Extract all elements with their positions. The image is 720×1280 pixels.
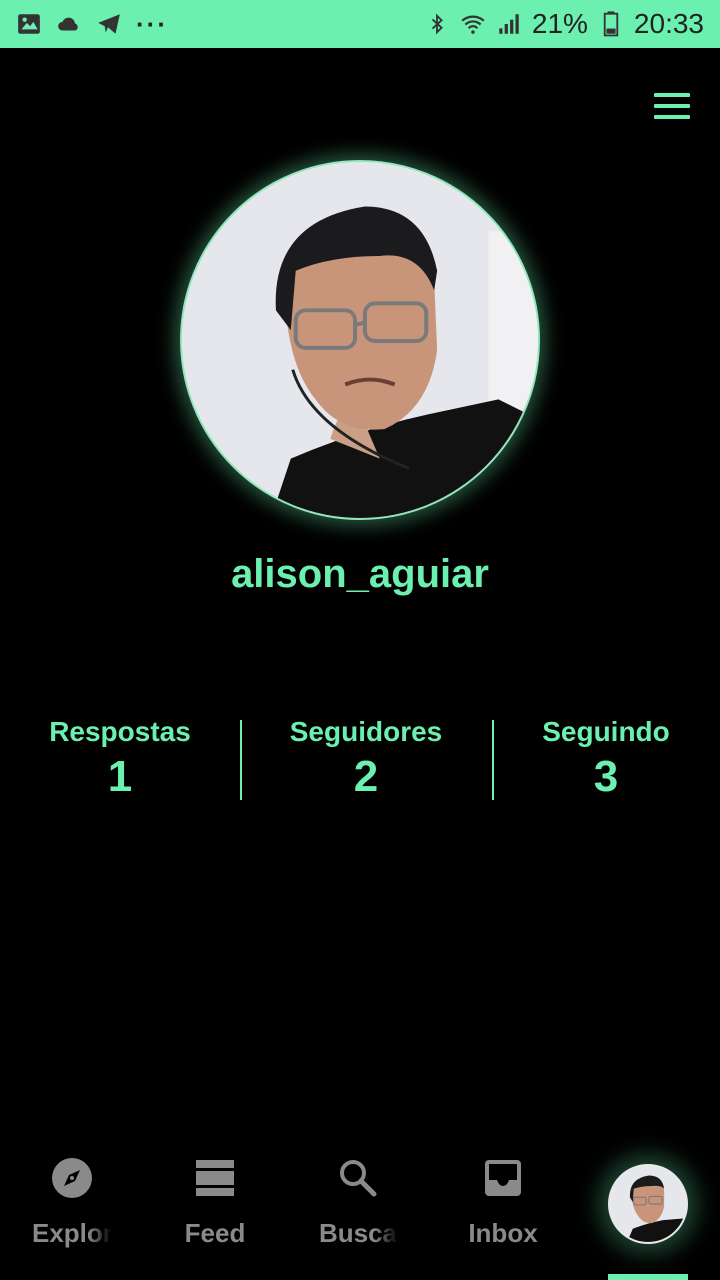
compass-icon (52, 1158, 92, 1198)
stat-respostas[interactable]: Respostas 1 (20, 716, 220, 802)
feed-icon (196, 1160, 234, 1196)
stat-seguindo[interactable]: Seguindo 3 (506, 716, 706, 802)
more-dots-icon: ··· (136, 8, 168, 39)
profile-avatar[interactable] (180, 160, 540, 520)
battery-percentage: 21% (531, 8, 588, 39)
nav-inbox[interactable]: Inbox (443, 1156, 563, 1266)
menu-line (654, 93, 690, 97)
clock: 20:33 (633, 8, 704, 39)
stat-label: Seguidores (289, 716, 443, 747)
avatar-photo (182, 162, 538, 518)
telegram-icon (96, 11, 122, 37)
stat-label: Respostas (49, 716, 191, 747)
signal-icon (496, 11, 522, 37)
status-bar: ··· 21% 20:33 (0, 0, 720, 48)
nav-busca[interactable]: Busca (298, 1156, 418, 1266)
image-icon (16, 11, 42, 37)
bluetooth-icon (424, 11, 450, 37)
bottom-nav: Explore Feed Busca Inbox (0, 1144, 720, 1280)
nav-explore[interactable]: Explore (12, 1156, 132, 1266)
username: alison_aguiar (231, 552, 489, 596)
cloud-icon (56, 11, 82, 37)
stat-divider (240, 720, 242, 800)
stat-divider (492, 720, 494, 800)
nav-label: Feed (184, 1218, 246, 1248)
menu-line (654, 104, 690, 108)
stat-value: 2 (353, 752, 379, 801)
profile-stats: Respostas 1 Seguidores 2 Seguindo 3 (0, 716, 720, 802)
inbox-icon (485, 1160, 521, 1196)
nav-label: Explore (32, 1218, 112, 1248)
nav-label: Busca (318, 1218, 398, 1248)
stat-value: 1 (107, 752, 133, 801)
stat-seguidores[interactable]: Seguidores 2 (266, 716, 466, 802)
stat-label: Seguindo (542, 716, 670, 747)
search-icon (340, 1160, 377, 1197)
avatar-photo (610, 1166, 686, 1242)
menu-line (654, 115, 690, 119)
nav-label: Inbox (468, 1218, 538, 1248)
hamburger-menu-icon[interactable] (648, 86, 696, 126)
battery-icon (598, 11, 624, 37)
nav-feed[interactable]: Feed (155, 1156, 275, 1266)
active-tab-indicator (608, 1274, 688, 1280)
stat-value: 3 (593, 752, 619, 801)
wifi-icon (460, 11, 486, 37)
nav-profile-avatar[interactable] (608, 1164, 688, 1244)
